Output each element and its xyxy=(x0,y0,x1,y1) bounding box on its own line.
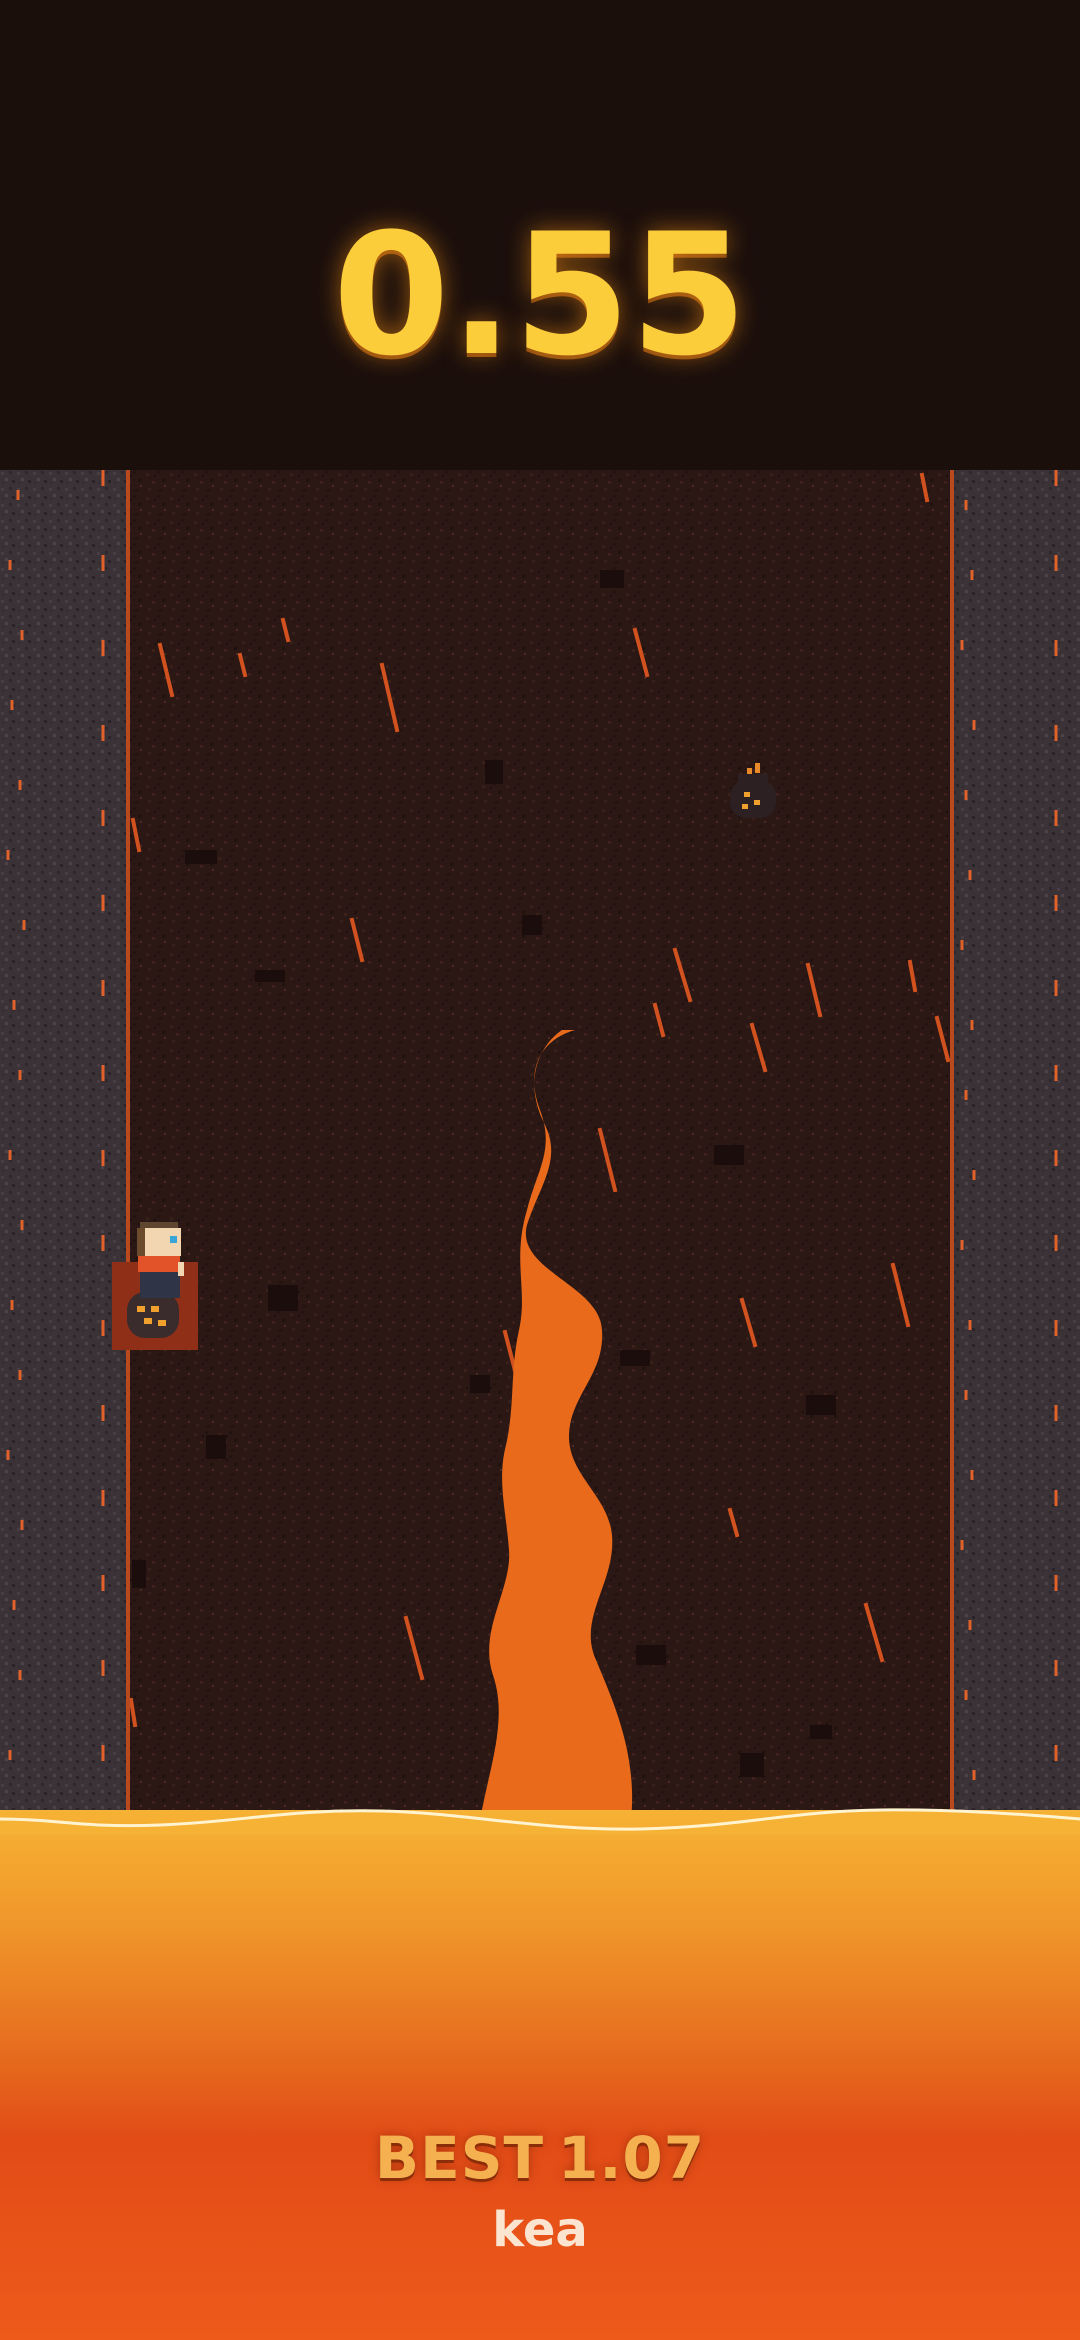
player-name: kea xyxy=(492,2202,588,2258)
current-score: 0.55 xyxy=(332,197,748,393)
ledge-rock-icon xyxy=(127,1292,179,1338)
lava-surface-wave xyxy=(0,1808,1080,1835)
miner-character-icon xyxy=(137,1222,184,1298)
game-stage[interactable]: 0.55 BEST 1.07 kea xyxy=(0,0,1080,2340)
lava-shaft[interactable] xyxy=(0,470,1080,1820)
best-score-label: BEST xyxy=(374,2124,545,2192)
best-score: BEST 1.07 xyxy=(0,2123,1080,2193)
left-wall xyxy=(0,470,130,1820)
shaft-scene xyxy=(0,470,1080,1820)
right-wall xyxy=(950,470,1080,1820)
lava-pool xyxy=(0,1810,1080,2340)
best-score-value: 1.07 xyxy=(558,2124,706,2192)
